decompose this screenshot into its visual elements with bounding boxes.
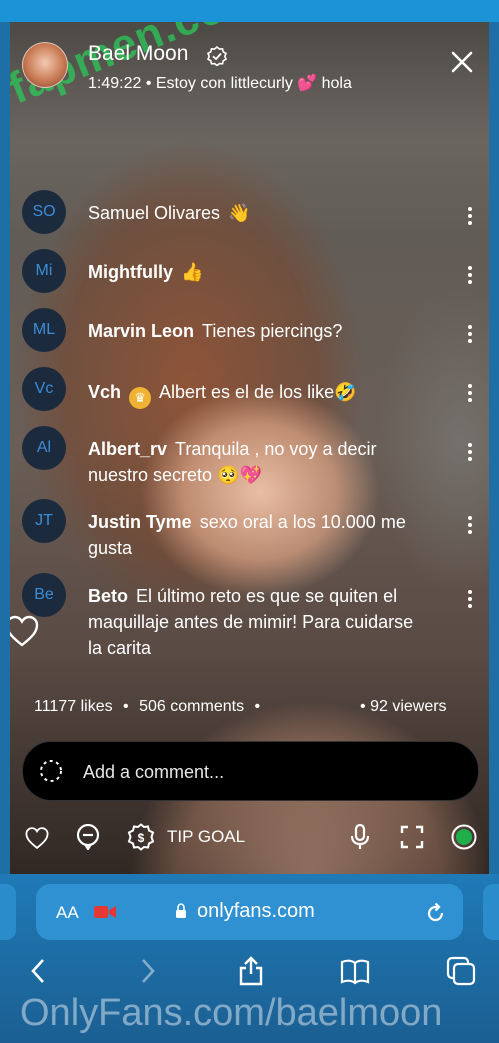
commenter-name[interactable]: Mightfully [88,262,173,282]
viewers-label: viewers [392,698,447,715]
comment-text: Beto El último reto es que se quiten el m… [88,583,428,661]
comment-more-icon[interactable] [462,322,478,346]
tip-bubble-icon[interactable] [76,824,100,850]
commenter-avatar[interactable]: Vc [22,367,66,411]
comment-text: Albert_rv Tranquila , no voy a decir nues… [88,436,428,488]
close-icon[interactable] [450,50,474,74]
address-bar[interactable]: AA onlyfans.com [36,884,463,940]
comment-more-icon[interactable] [462,440,478,464]
tabs-icon[interactable] [446,956,476,986]
crown-badge-icon: ♛ [129,387,152,409]
comment-body: Tienes piercings? [202,321,343,341]
commenter-name[interactable]: Vch [88,382,121,402]
viewers-count[interactable]: • 92 viewers [360,698,447,716]
svg-text:$: $ [138,831,145,845]
url-text[interactable]: onlyfans.com [197,900,315,923]
comment-text: Samuel Olivares 👋 [88,200,428,226]
reload-icon[interactable] [426,901,446,923]
lock-icon [176,903,186,918]
comment-text: Mightfully 👍 [88,259,428,285]
live-status-icon[interactable] [451,824,477,850]
likes-label: likes [80,698,113,715]
microphone-icon[interactable] [350,823,370,851]
comment-input-box[interactable] [22,741,479,801]
bookmarks-icon[interactable] [340,956,370,986]
tip-goal-button[interactable]: TIP GOAL [167,827,245,847]
commenter-avatar[interactable]: Be [22,573,66,617]
commenter-name[interactable]: Marvin Leon [88,321,194,341]
tip-goal-icon[interactable]: $ [127,823,155,851]
live-stream-view: fapmen.com Bael Moon 1:49:22 • Estoy con… [10,22,489,874]
next-tab[interactable] [483,884,499,940]
comment-body: 👍 [180,262,204,282]
stream-meta: 1:49:22 • Estoy con littlecurly 💕 hola [88,75,352,92]
separator-dot: • [123,698,129,715]
comment-input[interactable] [81,756,465,788]
separator-dot: • [360,698,366,715]
comments-count: 506 [139,698,166,715]
back-arrow-icon[interactable] [24,956,54,986]
previous-tab[interactable] [0,884,16,940]
commenter-avatar[interactable]: SO [22,190,66,234]
aa-label: AA [56,903,79,922]
status-bar [0,0,499,22]
commenter-name[interactable]: Albert_rv [88,439,167,459]
comment-body: El último reto es que se quiten el maqui… [88,586,414,658]
forward-arrow-icon[interactable] [132,956,162,986]
likes-count: 11177 [34,698,77,715]
comment-more-icon[interactable] [462,587,478,611]
commenter-avatar[interactable]: JT [22,499,66,543]
creator-avatar[interactable] [22,42,68,88]
comment-more-icon[interactable] [462,381,478,405]
comment-body: Albert es el de los like🤣 [159,382,357,402]
comment-more-icon[interactable] [462,513,478,537]
comment-more-icon[interactable] [462,204,478,228]
comment-body: 👋 [228,203,251,223]
watermark-onlyfans: OnlyFans.com/baelmoon [20,992,443,1034]
separator-dot: • [254,698,261,715]
commenter-name[interactable]: Samuel Olivares [88,203,220,223]
comment-text: Justin Tyme sexo oral a los 10.000 me gus… [88,509,428,561]
share-icon[interactable] [236,956,266,986]
heart-outline-icon[interactable] [10,614,40,648]
stream-stats: 11177 likes • 506 comments • [34,698,266,716]
comment-more-icon[interactable] [462,263,478,287]
commenter-name[interactable]: Beto [88,586,128,606]
like-heart-icon[interactable] [24,826,50,850]
comments-label: comments [170,698,245,715]
commenter-avatar[interactable]: Mi [22,249,66,293]
fullscreen-icon[interactable] [400,825,424,849]
commenter-name[interactable]: Justin Tyme [88,512,192,532]
commenter-avatar[interactable]: Al [22,426,66,470]
verified-icon [207,46,227,66]
commenter-avatar[interactable]: ML [22,308,66,352]
viewers-number: 92 [370,698,388,715]
reader-options-button[interactable]: AA [56,903,79,923]
comment-text: Marvin Leon Tienes piercings? [88,318,428,344]
loading-spinner-icon [40,760,62,782]
browser-bar: AA onlyfans.com OnlyFans.com/baelmoon [0,874,499,1043]
comment-text: Vch ♛ Albert es el de los like🤣 [88,379,428,409]
creator-name[interactable]: Bael Moon [88,42,188,66]
screen-record-icon[interactable] [94,905,116,919]
